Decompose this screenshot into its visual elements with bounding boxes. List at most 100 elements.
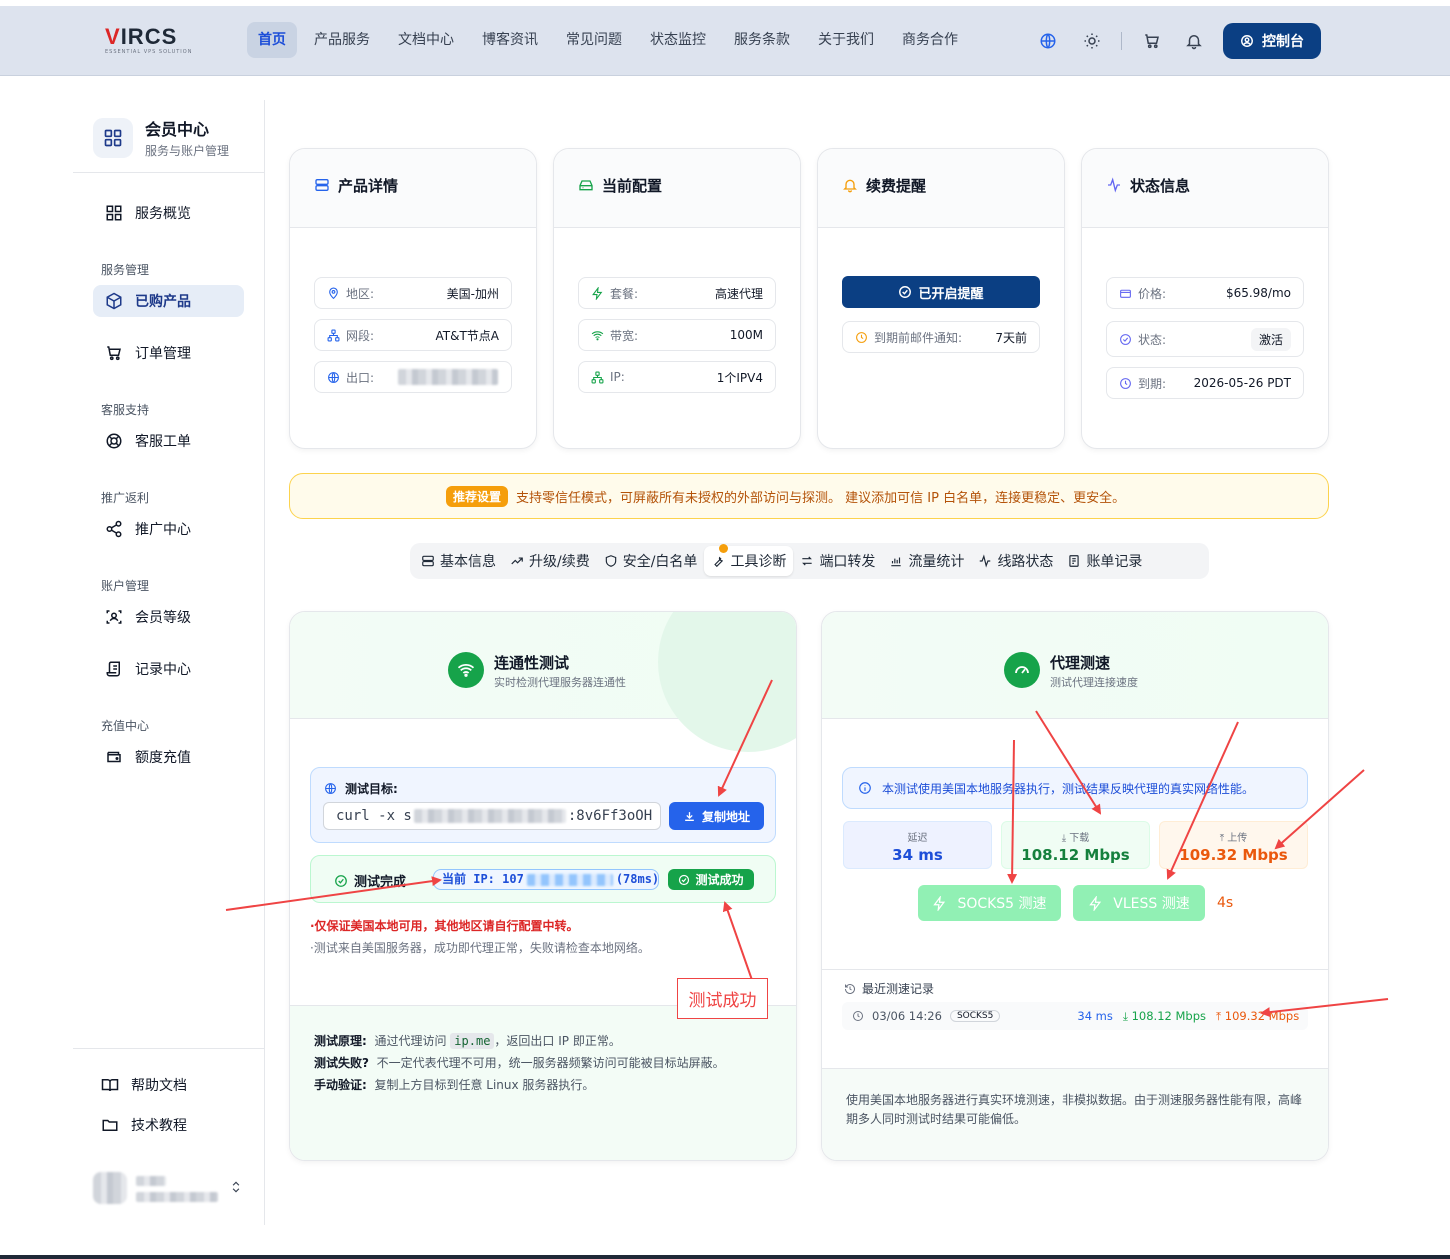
card-title: 产品详情 <box>338 176 399 195</box>
tab-label: 流量统计 <box>908 554 965 570</box>
sidebar-item-tutorial[interactable]: 技术教程 <box>89 1109 240 1141</box>
recommend-tag: 推荐设置 <box>446 485 509 507</box>
tab-security[interactable]: 安全/白名单 <box>597 546 705 576</box>
grid-icon <box>93 117 133 158</box>
tab-label: 端口转发 <box>819 554 876 570</box>
sidebar-group-support: 客服支持 <box>101 403 150 417</box>
tab-tools[interactable]: 工具诊断 <box>704 546 794 576</box>
sidebar-title: 会员中心 <box>145 120 210 139</box>
row-value: 美国-加州 <box>446 286 499 301</box>
vless-test-button[interactable]: VLESS 测速 <box>1073 885 1205 921</box>
sun-icon[interactable] <box>1083 32 1101 50</box>
chevron-updown-icon <box>232 1181 240 1193</box>
tab-traffic[interactable]: 流量统计 <box>882 546 971 576</box>
nav-faq[interactable]: 常见问题 <box>555 22 633 58</box>
card-title: 续费提醒 <box>866 176 927 195</box>
tab-label: 安全/白名单 <box>622 554 698 570</box>
card-renewal-reminder: 续费提醒 已开启提醒 到期前邮件通知: 7天前 <box>817 148 1065 449</box>
clock-icon <box>1120 377 1131 389</box>
shield-icon <box>605 555 616 567</box>
tab-basic-info[interactable]: 基本信息 <box>414 546 503 576</box>
row-value: 7天前 <box>995 330 1027 345</box>
tab-label: 线路状态 <box>997 554 1054 570</box>
speedtest-info-text: 本测试使用美国本地服务器执行，测试结果反映代理的真实网络性能。 <box>882 781 1255 796</box>
cooldown-countdown: 4s <box>1217 895 1234 911</box>
sidebar-item-overview[interactable]: 服务概览 <box>93 197 244 229</box>
tab-upgrade-renew[interactable]: 升级/续费 <box>503 546 597 576</box>
copy-address-button[interactable]: 复制地址 <box>669 802 764 830</box>
tab-line-status[interactable]: 线路状态 <box>971 546 1060 576</box>
target-label: 测试目标: <box>345 782 398 796</box>
sidebar-subtitle: 服务与账户管理 <box>145 144 230 158</box>
nav-about[interactable]: 关于我们 <box>807 22 885 58</box>
nav-status[interactable]: 状态监控 <box>639 22 717 58</box>
check-circle-icon <box>335 874 347 887</box>
cart-icon <box>107 346 121 361</box>
sidebar-item-tickets[interactable]: 客服工单 <box>93 425 244 457</box>
sidebar-item-purchased[interactable]: 已购产品 <box>93 285 244 317</box>
console-button[interactable]: 控制台 <box>1223 23 1321 59</box>
tab-port-forward[interactable]: 端口转发 <box>793 546 882 576</box>
annotation-label-success: 测试成功 <box>677 978 768 1019</box>
history-icon <box>845 983 855 994</box>
row-value: 高速代理 <box>714 286 763 301</box>
map-pin-icon <box>329 287 338 299</box>
bell-icon[interactable] <box>1185 32 1203 50</box>
history-divider <box>822 969 1328 970</box>
sidebar-item-orders[interactable]: 订单管理 <box>93 337 244 369</box>
cart-icon[interactable] <box>1143 32 1161 50</box>
globe-icon[interactable] <box>1039 32 1057 50</box>
hard-drive-icon <box>579 180 593 191</box>
user-menu[interactable] <box>93 1168 253 1212</box>
history-latency: 34 ms <box>1077 1009 1113 1023</box>
nav-blog[interactable]: 博客资讯 <box>471 22 549 58</box>
download-value: 108.12 Mbps <box>1021 846 1130 864</box>
test-success-badge: 测试成功 <box>668 869 754 890</box>
nav-terms[interactable]: 服务条款 <box>723 22 801 58</box>
dashboard-icon <box>106 205 122 221</box>
command-suffix: :8v6Ff3oOH <box>567 808 653 824</box>
toolbar-divider <box>1121 32 1122 50</box>
row-segment: 网段: AT&T节点A <box>314 319 512 351</box>
row-label: 出口: <box>346 370 375 385</box>
wifi-icon <box>448 652 484 688</box>
sidebar-item-level[interactable]: 会员等级 <box>93 601 244 633</box>
bottom-edge <box>0 1255 1450 1259</box>
folder-icon <box>102 1119 118 1131</box>
wrench-icon <box>714 556 724 568</box>
success-label: 测试成功 <box>695 873 744 887</box>
brand-logo[interactable]: VIRCS ESSENTIAL VPS SOLUTION <box>105 24 192 55</box>
nav-products[interactable]: 产品服务 <box>303 22 381 58</box>
share-icon <box>106 520 122 538</box>
ip-latency: (78ms) <box>615 872 659 886</box>
tab-label: 基本信息 <box>440 554 496 570</box>
principle-pre: 通过代理访问 <box>374 1034 447 1048</box>
card-product-details: 产品详情 地区: 美国-加州 网段: AT&T节点A 出口: <box>289 148 537 449</box>
sidebar-item-topup[interactable]: 额度充值 <box>93 741 244 773</box>
sidebar-item-help[interactable]: 帮助文档 <box>89 1069 240 1101</box>
tab-billing[interactable]: 账单记录 <box>1060 546 1149 576</box>
trend-icon <box>511 557 523 565</box>
reminder-enabled-button[interactable]: 已开启提醒 <box>842 276 1040 308</box>
socks5-test-button[interactable]: SOCKS5 测速 <box>918 885 1061 921</box>
nav-home[interactable]: 首页 <box>247 22 297 58</box>
user-name-redacted <box>136 1176 166 1186</box>
row-plan: 套餐: 高速代理 <box>578 277 776 309</box>
curl-command-input[interactable]: curl -x s:8v6Ff3oOH <box>323 802 661 830</box>
sidebar-item-label: 帮助文档 <box>131 1078 187 1094</box>
check-circle-icon <box>1120 333 1131 345</box>
fail-text: 不一定代表代理不可用，统一服务器频繁访问可能被目标站屏蔽。 <box>376 1056 725 1070</box>
sidebar-item-records[interactable]: 记录中心 <box>93 653 244 685</box>
fail-line: 测试失败? 不一定代表代理不可用，统一服务器频繁访问可能被目标站屏蔽。 <box>314 1052 725 1074</box>
nav-docs[interactable]: 文档中心 <box>387 22 465 58</box>
decor-circle <box>658 612 796 752</box>
avatar <box>93 1172 127 1204</box>
card-header: 当前配置 <box>554 149 800 228</box>
wallet-icon <box>107 751 121 763</box>
history-row: 03/06 14:26 SOCKS5 34 ms ⤓ 108.12 Mbps ⤒… <box>842 1002 1308 1030</box>
sidebar-item-promo-center[interactable]: 推广中心 <box>93 513 244 545</box>
row-email-notice: 到期前邮件通知: 7天前 <box>842 321 1040 353</box>
vless-label: VLESS 测速 <box>1113 896 1190 912</box>
download-icon <box>685 811 694 821</box>
nav-business[interactable]: 商务合作 <box>891 22 969 58</box>
